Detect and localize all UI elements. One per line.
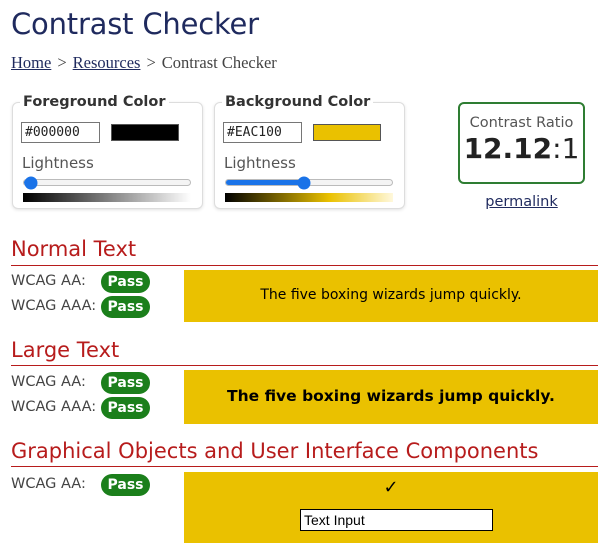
graphical-objects-sample-box: ✓ Text Input: [184, 472, 598, 543]
graphical-objects-heading: Graphical Objects and User Interface Com…: [11, 439, 539, 463]
permalink-link[interactable]: permalink: [458, 194, 585, 210]
normal-text-sample-box: The five boxing wizards jump quickly.: [184, 270, 598, 322]
large-wcag-aaa-label: WCAG AAA:: [11, 399, 97, 415]
breadcrumb-home-link[interactable]: Home: [11, 53, 51, 72]
page-title: Contrast Checker: [11, 7, 259, 41]
normal-wcag-aa-label: WCAG AA:: [11, 273, 86, 289]
large-text-sample: The five boxing wizards jump quickly.: [227, 387, 555, 405]
sample-text-input: Text Input: [300, 509, 493, 531]
large-text-divider: [11, 365, 598, 366]
normal-text-sample: The five boxing wizards jump quickly.: [260, 287, 522, 303]
background-color-swatch[interactable]: [313, 124, 381, 141]
normal-wcag-aaa-badge: Pass: [101, 296, 150, 318]
breadcrumb-current: Contrast Checker: [161, 53, 277, 72]
background-color-panel: Background Color Lightness: [214, 94, 405, 209]
contrast-ratio-box: Contrast Ratio 12.12:1: [458, 102, 585, 184]
large-wcag-aa-label: WCAG AA:: [11, 374, 86, 390]
background-lightness-slider[interactable]: [225, 176, 393, 189]
foreground-hex-input[interactable]: [21, 122, 100, 143]
foreground-color-panel: Foreground Color Lightness: [12, 94, 203, 209]
contrast-ratio-suffix: :1: [552, 132, 580, 165]
large-text-heading: Large Text: [11, 338, 120, 362]
large-text-sample-box: The five boxing wizards jump quickly.: [184, 370, 598, 424]
breadcrumb-separator: >: [57, 53, 67, 72]
foreground-lightness-slider[interactable]: [23, 176, 191, 189]
contrast-ratio-label: Contrast Ratio: [469, 115, 574, 131]
background-lightness-label: Lightness: [224, 154, 296, 172]
large-wcag-aaa-badge: Pass: [101, 397, 150, 419]
foreground-lightness-gradient: [23, 193, 191, 202]
normal-wcag-aaa-label: WCAG AAA:: [11, 298, 97, 314]
background-slider-thumb[interactable]: [297, 176, 311, 189]
breadcrumb: Home > Resources > Contrast Checker: [11, 53, 277, 73]
graphical-wcag-aa-badge: Pass: [101, 474, 150, 496]
background-lightness-gradient: [225, 193, 393, 202]
foreground-color-legend: Foreground Color: [20, 94, 169, 110]
graphical-wcag-aa-label: WCAG AA:: [11, 476, 86, 492]
breadcrumb-resources-link[interactable]: Resources: [73, 53, 141, 72]
graphical-objects-divider: [11, 466, 598, 467]
contrast-ratio-number: 12.12: [463, 132, 553, 165]
normal-wcag-aa-badge: Pass: [101, 271, 150, 293]
background-hex-input[interactable]: [223, 122, 302, 143]
check-mark-icon: ✓: [383, 477, 399, 498]
background-slider-fill: [226, 180, 305, 185]
normal-text-divider: [11, 265, 598, 266]
background-color-legend: Background Color: [222, 94, 374, 110]
breadcrumb-separator: >: [146, 53, 156, 72]
foreground-color-swatch[interactable]: [111, 124, 179, 141]
large-wcag-aa-badge: Pass: [101, 372, 150, 394]
contrast-ratio-value: 12.12:1: [460, 132, 583, 165]
normal-text-heading: Normal Text: [11, 237, 137, 261]
foreground-lightness-label: Lightness: [22, 154, 94, 172]
foreground-slider-thumb[interactable]: [24, 176, 38, 189]
